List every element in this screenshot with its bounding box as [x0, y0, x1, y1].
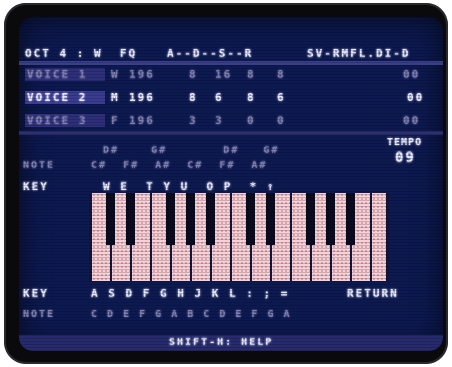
return-label: RETURN: [347, 287, 399, 300]
header-voice-label: OCT 4 : W FQ: [25, 47, 138, 60]
tempo-label: TEMPO: [387, 137, 423, 148]
voice-release: 6: [277, 91, 286, 104]
black-key[interactable]: [186, 193, 195, 245]
voice-release: 8: [277, 68, 286, 81]
upper-key-letters: W E T Y U O P * ↑: [103, 180, 276, 193]
piano-keyboard[interactable]: [89, 193, 389, 281]
voice-freq: 196: [129, 114, 155, 127]
voice-sustain: 0: [247, 114, 256, 127]
voice-name: VOICE 1: [27, 68, 88, 81]
voice-attack: 3: [189, 114, 198, 127]
black-key[interactable]: [106, 193, 115, 245]
voice-release: 0: [277, 114, 286, 127]
crt-screen: OCT 4 : W FQ A--D--S--R SV-RMFL.DI-D VOI…: [19, 17, 443, 351]
upper-sharps-bottom: C# F# A# C# F# A#: [91, 160, 268, 171]
voice-name: VOICE 2: [27, 91, 88, 104]
voice-divider: [19, 131, 443, 135]
upper-key-label: KEY: [23, 180, 49, 193]
lower-note-names: C D E F G A B C D E F G A: [91, 309, 292, 320]
voice-attack: 8: [189, 68, 198, 81]
white-key[interactable]: [372, 193, 386, 281]
voice-decay: 3: [215, 114, 224, 127]
voice-sustain: 8: [247, 68, 256, 81]
lower-note-label: NOTE: [23, 309, 56, 320]
upper-note-label: NOTE: [23, 160, 56, 171]
header-adsr-label: A--D--S--R: [167, 47, 254, 60]
voice-name: VOICE 3: [27, 114, 88, 127]
voice-extra: 00: [403, 68, 421, 81]
header-divider: [19, 61, 443, 65]
help-text[interactable]: SHIFT-H: HELP: [169, 337, 273, 348]
voice-attack: 8: [189, 91, 198, 104]
voice-decay: 6: [215, 91, 224, 104]
voice-wave: F: [111, 114, 120, 127]
voice-extra: 00: [403, 114, 421, 127]
voice-freq: 196: [129, 91, 155, 104]
black-key[interactable]: [126, 193, 135, 245]
black-key[interactable]: [246, 193, 255, 245]
black-key[interactable]: [206, 193, 215, 245]
header-sustain-label: SV-RMFL.DI-D: [307, 47, 411, 60]
upper-sharps-top: D# G# D# G#: [103, 145, 280, 156]
voice-decay: 16: [215, 68, 233, 81]
black-key[interactable]: [346, 193, 355, 245]
black-key[interactable]: [306, 193, 315, 245]
crt-bezel: OCT 4 : W FQ A--D--S--R SV-RMFL.DI-D VOI…: [4, 3, 448, 364]
lower-key-letters: A S D F G H J K L : ; =: [91, 287, 290, 300]
voice-wave: W: [111, 68, 120, 81]
voice-extra: 00: [407, 91, 425, 104]
black-key[interactable]: [166, 193, 175, 245]
voice-sustain: 8: [247, 91, 256, 104]
lower-key-label: KEY: [23, 287, 49, 300]
black-key[interactable]: [266, 193, 275, 245]
voice-freq: 196: [129, 68, 155, 81]
black-key[interactable]: [326, 193, 335, 245]
voice-wave: M: [111, 91, 120, 104]
tempo-value[interactable]: 09: [395, 150, 416, 166]
